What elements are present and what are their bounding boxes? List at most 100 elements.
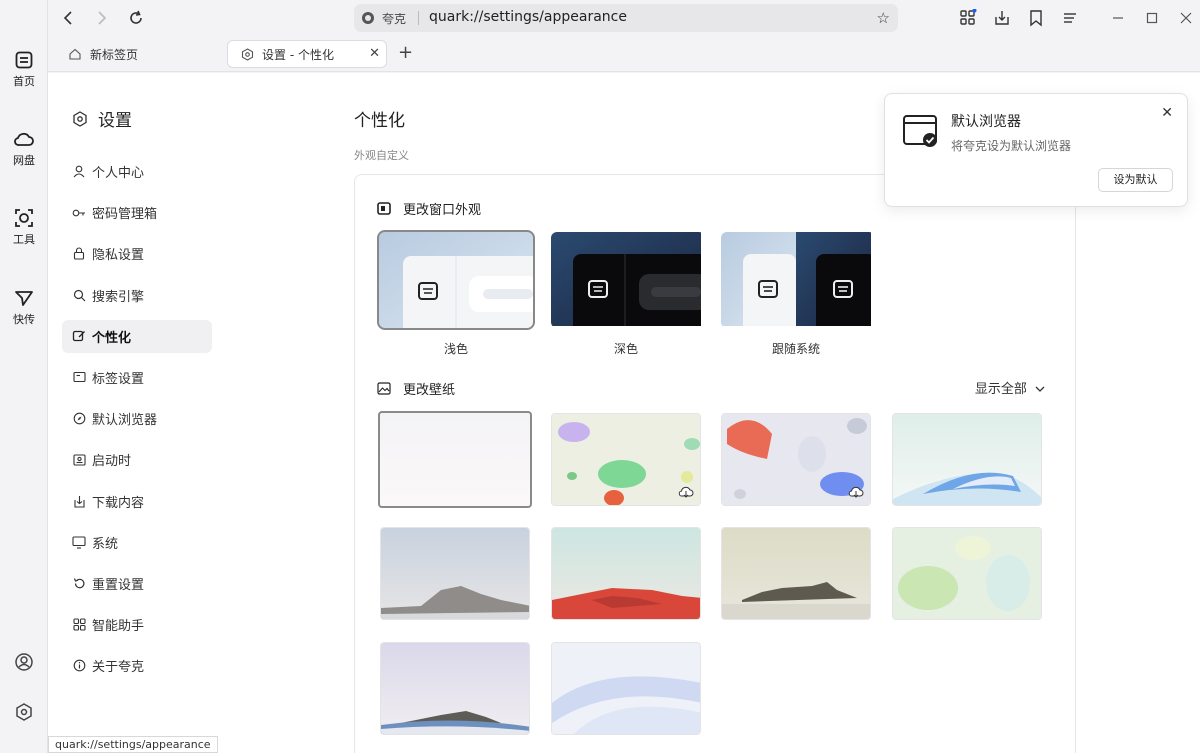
wallpaper-blank[interactable]	[378, 411, 532, 508]
toolbar: 夸克 quark://settings/appearance ☆	[48, 0, 1200, 36]
sidebar-item-system[interactable]: 系统	[62, 526, 212, 559]
extensions-button[interactable]	[958, 8, 978, 28]
popup-close-icon[interactable]: ✕	[1161, 105, 1173, 121]
sidebar-item-about[interactable]: 关于夸克	[62, 649, 212, 682]
downloads-button[interactable]	[992, 8, 1012, 28]
appearance-card: 更改窗口外观 浅色 深色 跟随系统 更改壁纸 显示全部	[354, 174, 1076, 753]
sidebar-item-label: 隐私设置	[92, 248, 145, 264]
chevron-right-icon	[98, 11, 107, 25]
rail-item-tools[interactable]: 工具	[0, 208, 48, 247]
tab-settings[interactable]: 设置 - 个性化 ✕	[227, 40, 387, 68]
sidebar-item-downloads[interactable]: 下载内容	[62, 485, 212, 518]
sidebar-item-privacy[interactable]: 隐私设置	[62, 237, 212, 270]
minimize-button[interactable]	[1108, 8, 1128, 28]
theme-system-option[interactable]	[721, 232, 875, 328]
sidebar-item-default-browser[interactable]: 默认浏览器	[62, 402, 212, 435]
cloud-icon	[14, 132, 34, 146]
sidebar-item-label: 默认浏览器	[92, 413, 158, 429]
wallpaper-island-reflection[interactable]	[721, 527, 871, 620]
cloud-download-icon[interactable]	[678, 485, 694, 499]
close-icon	[1180, 12, 1192, 24]
rail-label-cloud: 网盘	[13, 154, 35, 167]
rail-item-cloud[interactable]: 网盘	[0, 129, 48, 168]
back-button[interactable]	[58, 8, 78, 28]
show-all-label: 显示全部	[974, 382, 1027, 397]
popup-title: 默认浏览器	[951, 114, 1021, 130]
home-outline-icon	[68, 47, 82, 61]
set-default-button[interactable]: 设为默认	[1098, 168, 1173, 192]
quark-logo-icon	[362, 12, 374, 24]
default-browser-popup: 默认浏览器 将夸克设为默认浏览器 ✕ 设为默认	[884, 93, 1188, 207]
reload-button[interactable]	[126, 8, 146, 28]
wallpaper-red-blue-shapes[interactable]	[721, 413, 871, 506]
wallpaper-red-landscape[interactable]	[551, 527, 701, 620]
sidebar-item-startup[interactable]: 启动时	[62, 443, 212, 476]
theme-dark-preview	[551, 232, 705, 328]
sidebar-item-label: 关于夸克	[92, 660, 145, 676]
settings-title-text: 设置	[98, 111, 132, 131]
sidebar-item-search-engine[interactable]: 搜索引擎	[62, 279, 212, 312]
left-rail: 首页 网盘 工具 快传	[0, 0, 48, 753]
window-appearance-title: 更改窗口外观	[403, 203, 482, 218]
chevron-down-icon	[1035, 382, 1045, 397]
wallpaper-green-blur[interactable]	[892, 527, 1042, 620]
theme-system-preview	[721, 232, 875, 328]
sidebar-item-label: 下载内容	[92, 495, 145, 511]
settings-icon	[73, 110, 87, 127]
address-separator	[418, 11, 419, 25]
rail-account[interactable]	[0, 652, 48, 675]
wallpaper-pastel-shapes[interactable]	[551, 413, 701, 506]
user-icon	[72, 165, 86, 179]
download-tray-icon	[995, 11, 1009, 25]
tab-icon	[72, 370, 86, 384]
tab-label: 新标签页	[90, 47, 139, 62]
wallpaper-rocks-grey[interactable]	[380, 527, 530, 620]
sidebar-item-reset[interactable]: 重置设置	[62, 567, 212, 600]
wallpaper-island-mist[interactable]	[380, 642, 530, 735]
rail-item-home[interactable]: 首页	[0, 50, 48, 89]
sidebar-item-label: 智能助手	[92, 619, 145, 635]
send-icon	[15, 291, 33, 306]
theme-light-label: 浅色	[443, 342, 468, 356]
address-url[interactable]: quark://settings/appearance	[429, 9, 627, 25]
wallpaper-blue-wave[interactable]	[892, 413, 1042, 506]
wallpaper-blue-silk[interactable]	[551, 642, 701, 735]
sidebar-item-label: 个性化	[92, 330, 132, 346]
new-tab-plus-icon[interactable]: +	[398, 44, 413, 62]
apps-icon	[960, 9, 977, 25]
tab-new-tab[interactable]: 新标签页	[56, 40, 216, 68]
startup-icon	[72, 453, 86, 467]
wallpaper-green-blur-image	[893, 528, 1041, 619]
theme-system-label: 跟随系统	[771, 342, 820, 356]
wallpaper-red-landscape-image	[552, 528, 700, 619]
theme-light-option[interactable]	[377, 230, 535, 330]
menu-button[interactable]	[1060, 8, 1080, 28]
tools-icon	[15, 209, 33, 227]
rail-settings[interactable]	[0, 702, 48, 725]
settings-icon	[16, 703, 32, 721]
search-icon	[72, 288, 86, 302]
account-icon	[15, 653, 33, 671]
theme-dark-option[interactable]	[551, 232, 705, 328]
bookmarks-button[interactable]	[1026, 8, 1046, 28]
forward-button[interactable]	[92, 8, 112, 28]
reload-icon	[130, 10, 142, 24]
sidebar-item-tabs[interactable]: 标签设置	[62, 361, 212, 394]
maximize-button[interactable]	[1142, 8, 1162, 28]
wallpaper-heading: 更改壁纸	[377, 379, 455, 398]
chevron-left-icon	[63, 11, 72, 25]
tab-close-icon[interactable]: ✕	[369, 46, 380, 61]
wallpaper-title: 更改壁纸	[403, 383, 456, 398]
address-bar[interactable]: 夸克 quark://settings/appearance ☆	[354, 4, 898, 32]
close-window-button[interactable]	[1176, 8, 1196, 28]
compass-icon	[72, 412, 86, 426]
sidebar-item-passwords[interactable]: 密码管理箱	[62, 196, 212, 229]
sidebar-item-assistant[interactable]: 智能助手	[62, 608, 212, 641]
bookmark-star-icon[interactable]: ☆	[877, 9, 890, 27]
cloud-download-icon[interactable]	[848, 485, 864, 499]
show-all-button[interactable]: 显示全部	[975, 378, 1045, 397]
rail-item-send[interactable]: 快传	[0, 288, 48, 327]
sidebar-item-profile[interactable]: 个人中心	[62, 155, 212, 188]
sidebar-item-label: 重置设置	[92, 577, 145, 593]
sidebar-item-personalize[interactable]: 个性化	[62, 319, 212, 353]
